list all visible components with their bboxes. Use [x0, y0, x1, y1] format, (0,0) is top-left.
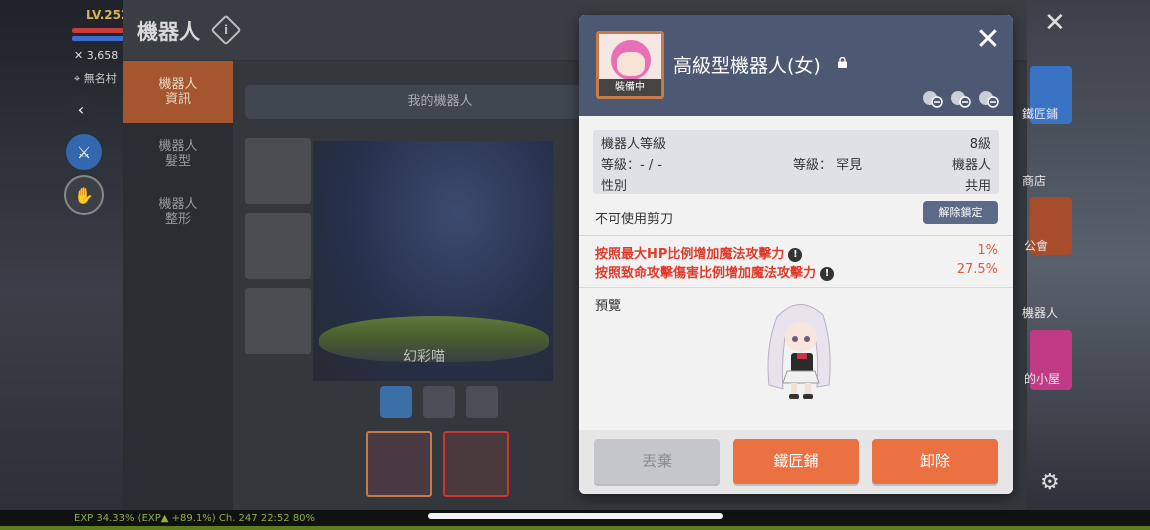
- preset-2-button[interactable]: [423, 386, 455, 418]
- gear-icon[interactable]: ⚙: [1040, 470, 1060, 495]
- no-storage-icon: [979, 91, 999, 108]
- map-name: 無名村: [83, 72, 117, 85]
- robot-level-value: 8級: [969, 137, 991, 152]
- option-row: 按照致命攻擊傷害比例增加魔法攻擊力! 27.5%: [595, 262, 998, 281]
- info-icon[interactable]: i: [210, 14, 242, 46]
- preset-3-button[interactable]: [466, 386, 498, 418]
- popup-footer: 丟棄 鐵匠鋪 卸除: [579, 430, 1013, 494]
- item-detail-popup: 裝備中 高級型機器人(女) ✕ 機器人等級 8級 等級：- / - 等級： 罕見: [579, 15, 1013, 494]
- home-indicator[interactable]: [428, 513, 723, 519]
- gender-value: 共用: [964, 179, 991, 194]
- divider: [579, 235, 1013, 236]
- nav-robot-face[interactable]: 機器人 整形: [123, 197, 233, 227]
- hud-map: ⌖ 無名村: [74, 72, 117, 85]
- skill-icon[interactable]: ⚔: [66, 134, 102, 170]
- item-title: 高級型機器人(女): [673, 55, 821, 77]
- unlock-button[interactable]: 解除鎖定: [923, 201, 998, 224]
- heart-slot[interactable]: [443, 431, 509, 497]
- handshake-icon[interactable]: ✋: [64, 175, 104, 215]
- option-label: 按照致命攻擊傷害比例增加魔法攻擊力: [595, 266, 817, 281]
- grade-label: 等級：- / -: [601, 158, 663, 173]
- preview-label: 預覽: [595, 299, 622, 314]
- nav-robot-info[interactable]: 機器人 資訊: [123, 61, 233, 123]
- robot-window-title: 機器人: [137, 20, 200, 44]
- equipped-robot-slot[interactable]: [366, 431, 432, 497]
- info-row-gender: 性別 共用: [601, 175, 991, 195]
- info-excl-icon[interactable]: !: [788, 247, 803, 262]
- combat-power: 3,658: [86, 49, 119, 62]
- info-row-grade: 等級：- / - 等級： 罕見 機器人: [601, 154, 991, 174]
- option-row: 按照最大HP比例增加魔法攻擊力! 1%: [595, 243, 998, 262]
- equipped-badge: 裝備中: [599, 79, 661, 96]
- nav-robot-hair[interactable]: 機器人 髮型: [123, 139, 233, 169]
- my-robot-tab[interactable]: 我的機器人: [245, 85, 635, 119]
- effect-slot[interactable]: [245, 288, 311, 354]
- gender-label: 性別: [601, 179, 628, 194]
- discard-button[interactable]: 丟棄: [594, 439, 720, 484]
- outfit-slot[interactable]: [245, 213, 311, 279]
- option-value: 27.5%: [956, 262, 998, 277]
- close-icon[interactable]: ✕: [973, 25, 1003, 55]
- item-thumbnail: 裝備中: [596, 31, 664, 99]
- back-arrow-icon[interactable]: ‹: [66, 94, 96, 124]
- unequip-button[interactable]: 卸除: [872, 439, 998, 484]
- robot-nav: 機器人 資訊 機器人 髮型 機器人 整形: [123, 61, 233, 510]
- scissors-text: 不可使用剪刀: [595, 212, 674, 227]
- no-trade-icon: [923, 91, 943, 108]
- menu-label-guild: 公會: [1024, 239, 1049, 253]
- option-value: 1%: [977, 243, 998, 258]
- exp-bar: [0, 526, 1150, 530]
- ear-slot[interactable]: [245, 138, 311, 204]
- option-label: 按照最大HP比例增加魔法攻擊力: [595, 247, 785, 262]
- status-text: EXP 34.33% (EXP▲ +89.1%) Ch. 247 22:52 8…: [74, 513, 316, 524]
- lock-icon: [838, 57, 847, 68]
- hp-bar: [72, 28, 124, 33]
- robot-level-label: 機器人等級: [601, 137, 667, 152]
- robot-preview-image: [767, 304, 831, 399]
- background-close-icon[interactable]: ✕: [1044, 8, 1066, 38]
- no-sell-icon: [951, 91, 971, 108]
- menu-label-house: 的小屋: [1024, 372, 1061, 386]
- rank-label: 等級： 罕見: [793, 158, 863, 173]
- divider: [579, 287, 1013, 288]
- popup-header: 裝備中 高級型機器人(女) ✕: [579, 15, 1013, 116]
- hud-power: ✕ 3,658: [74, 49, 119, 62]
- menu-label-robot: 機器人: [1022, 306, 1059, 320]
- robot-name: 幻彩喵: [403, 349, 445, 365]
- blacksmith-button[interactable]: 鐵匠鋪: [733, 439, 859, 484]
- type-value: 機器人: [951, 158, 991, 173]
- robot-face: [617, 52, 645, 76]
- menu-label-blacksmith: 鐵匠鋪: [1022, 107, 1059, 121]
- preset-1-button[interactable]: [380, 386, 412, 418]
- info-row-level: 機器人等級 8級: [601, 133, 991, 153]
- menu-label-shop: 商店: [1022, 174, 1047, 188]
- info-excl-icon[interactable]: !: [820, 266, 835, 281]
- mp-bar: [72, 36, 124, 41]
- info-block: 機器人等級 8級 等級：- / - 等級： 罕見 機器人 性別 共用: [593, 130, 999, 194]
